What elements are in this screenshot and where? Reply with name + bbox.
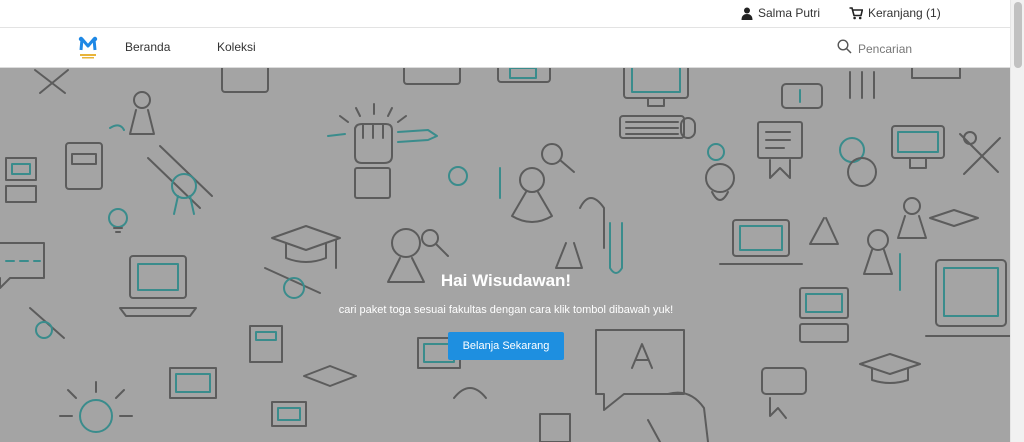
nav-item-beranda[interactable]: Beranda: [125, 40, 170, 54]
hero-banner: Hai Wisudawan! cari paket toga sesuai fa…: [0, 68, 1010, 442]
cart-icon: [849, 6, 863, 20]
cart-link[interactable]: Keranjang (1): [849, 6, 941, 20]
education-pattern-background: [0, 68, 1010, 442]
shop-now-button[interactable]: Belanja Sekarang: [448, 332, 564, 360]
nav-item-koleksi[interactable]: Koleksi: [217, 40, 256, 54]
scrollbar-thumb[interactable]: [1014, 2, 1022, 68]
hero-subtitle: cari paket toga sesuai fakultas dengan c…: [338, 304, 674, 316]
user-account-link[interactable]: Salma Putri: [741, 6, 820, 20]
page-scrollbar[interactable]: [1010, 0, 1024, 442]
search-icon[interactable]: [837, 39, 852, 59]
main-navbar: Beranda Koleksi: [0, 28, 1010, 68]
search-input[interactable]: [858, 42, 978, 56]
user-icon: [741, 7, 753, 20]
top-bar: Salma Putri Keranjang (1): [0, 0, 1010, 28]
brand-logo[interactable]: [78, 36, 98, 60]
cart-label: Keranjang (1): [868, 6, 941, 20]
hero-title: Hai Wisudawan!: [440, 271, 572, 290]
search-box: [837, 39, 978, 59]
user-name: Salma Putri: [758, 6, 821, 20]
